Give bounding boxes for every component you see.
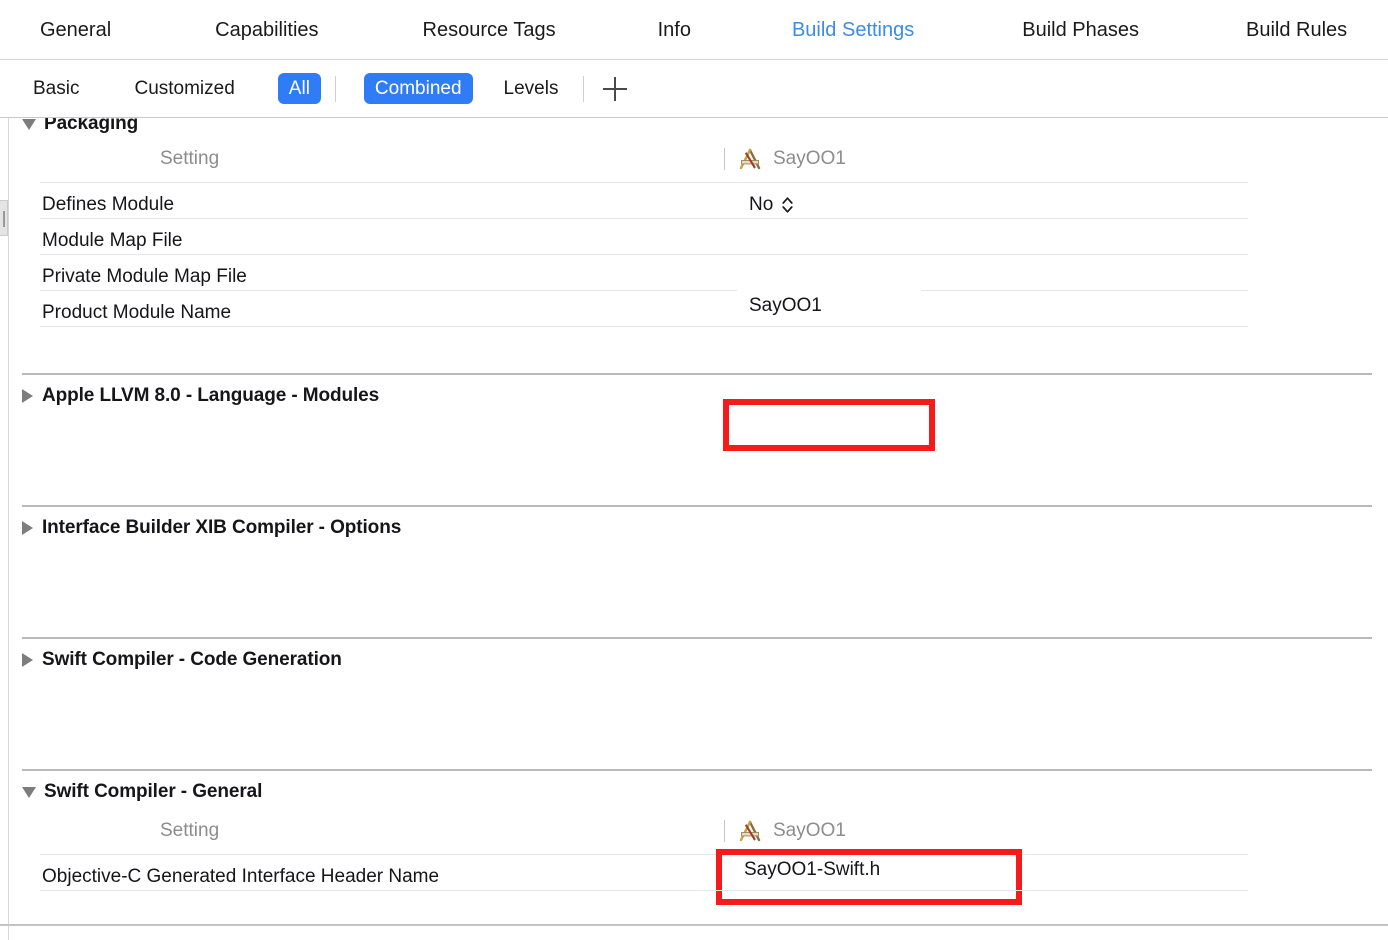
column-header-setting-packaging: Setting: [160, 148, 220, 169]
setting-value-text: SayOO1-Swift.h: [744, 859, 881, 880]
column-header-setting-swift-general: Setting: [160, 820, 220, 841]
row-separator: [40, 326, 1248, 327]
setting-label-objc-generated-interface-header-name: Objective-C Generated Interface Header N…: [42, 866, 440, 887]
filter-divider-2: [583, 75, 585, 102]
filter-all[interactable]: All: [277, 72, 321, 105]
filter-customized[interactable]: Customized: [123, 73, 245, 105]
filter-segment-group: Basic Customized All Combined Levels: [22, 60, 630, 117]
group-header-swift-compiler-code-generation[interactable]: Swift Compiler - Code Generation: [22, 648, 342, 672]
filter-combined[interactable]: Combined: [363, 72, 473, 105]
row-separator: [40, 854, 1248, 855]
group-title-label: Apple LLVM 8.0 - Language - Modules: [42, 385, 380, 406]
group-header-apple-llvm-language-modules[interactable]: Apple LLVM 8.0 - Language - Modules: [22, 384, 379, 408]
tab-info[interactable]: Info: [658, 20, 691, 40]
setting-value-defines-module[interactable]: No: [749, 194, 794, 216]
tab-build-rules[interactable]: Build Rules: [1246, 20, 1347, 40]
group-title-label: Swift Compiler - General: [44, 781, 263, 802]
pane-resize-handle[interactable]: [0, 200, 8, 236]
disclosure-triangle-closed-icon[interactable]: [22, 653, 33, 667]
setting-value-text: SayOO1: [749, 295, 822, 316]
setting-value-product-module-name[interactable]: SayOO1: [737, 286, 921, 326]
column-divider: [724, 148, 725, 170]
tab-capabilities[interactable]: Capabilities: [215, 20, 318, 40]
project-editor-tabbar: General Capabilities Resource Tags Info …: [0, 0, 1388, 60]
setting-value-objc-generated-interface-header-name[interactable]: SayOO1-Swift.h: [730, 850, 1008, 890]
tab-general[interactable]: General: [40, 20, 111, 40]
tab-build-phases[interactable]: Build Phases: [1022, 20, 1139, 40]
row-separator: [40, 890, 1248, 891]
setting-label-private-module-map-file: Private Module Map File: [42, 266, 247, 287]
group-header-packaging[interactable]: Packaging: [22, 118, 138, 136]
setting-label-module-map-file: Module Map File: [42, 230, 183, 251]
disclosure-triangle-open-icon[interactable]: [22, 786, 36, 798]
group-separator: [22, 769, 1372, 771]
build-settings-filter-bar: Basic Customized All Combined Levels mod…: [0, 60, 1388, 168]
target-column-header-packaging[interactable]: SayOO1: [724, 146, 846, 172]
group-title-label: Interface Builder XIB Compiler - Options: [42, 517, 402, 538]
setting-label-product-module-name: Product Module Name: [42, 302, 232, 323]
pane-bottom-divider: [0, 924, 1388, 926]
row-separator: [40, 218, 1248, 219]
setting-label-defines-module: Defines Module: [42, 194, 175, 215]
group-title-label: Packaging: [44, 118, 139, 134]
plus-icon[interactable]: [600, 74, 630, 104]
xcode-target-icon: [737, 819, 763, 843]
tab-list: General Capabilities Resource Tags Info …: [0, 0, 1388, 59]
group-title-label: Swift Compiler - Code Generation: [42, 649, 342, 670]
target-name-label: SayOO1: [773, 148, 846, 169]
target-column-header-swift-general[interactable]: SayOO1: [724, 818, 846, 844]
popup-stepper-icon[interactable]: [781, 194, 794, 216]
row-separator: [40, 182, 1248, 183]
pane-split-divider: [8, 118, 9, 940]
group-separator: [22, 637, 1372, 639]
filter-basic[interactable]: Basic: [22, 73, 90, 105]
tab-resource-tags[interactable]: Resource Tags: [423, 20, 556, 40]
target-name-label: SayOO1: [773, 820, 846, 841]
row-separator: [40, 290, 1248, 291]
group-header-swift-compiler-general[interactable]: Swift Compiler - General: [22, 780, 262, 804]
filter-levels[interactable]: Levels: [493, 73, 570, 105]
row-separator: [40, 254, 1248, 255]
group-separator: [22, 373, 1372, 375]
tab-build-settings[interactable]: Build Settings: [792, 20, 914, 40]
annotation-box-product-module-name: [723, 399, 935, 451]
column-divider: [724, 820, 725, 842]
xcode-build-settings-screen: General Capabilities Resource Tags Info …: [0, 0, 1388, 940]
group-header-interface-builder-xib-compiler-options[interactable]: Interface Builder XIB Compiler - Options: [22, 516, 401, 540]
disclosure-triangle-open-icon[interactable]: [22, 118, 36, 130]
filter-divider-1: [334, 75, 336, 102]
group-separator: [22, 505, 1372, 507]
disclosure-triangle-closed-icon[interactable]: [22, 389, 33, 403]
setting-value-text: No: [749, 194, 774, 215]
disclosure-triangle-closed-icon[interactable]: [22, 521, 33, 535]
xcode-target-icon: [737, 147, 763, 171]
build-settings-table[interactable]: Packaging Setting SayOO1 Defines Module …: [0, 118, 1388, 940]
